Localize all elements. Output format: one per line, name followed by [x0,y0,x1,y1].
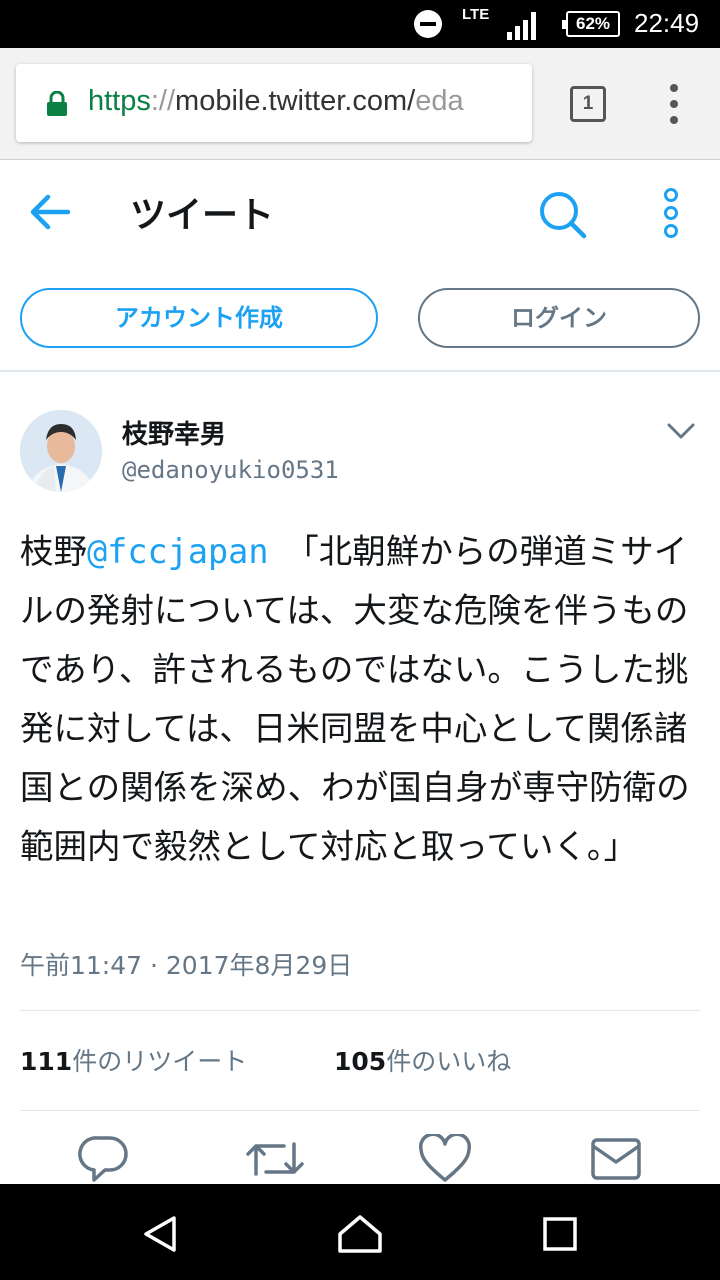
url-scheme: https [88,85,151,117]
retweet-count: 111 [20,1047,73,1076]
signup-button[interactable]: アカウント作成 [20,288,378,348]
mention-link[interactable]: @fccjapan [87,532,269,571]
tweet-text-body: 「北朝鮮からの弾道ミサイルの発射については、大変な危険を伴うものであり、許される… [20,532,690,866]
nav-back-icon[interactable] [140,1214,180,1254]
battery-icon: 62% [562,11,620,37]
url-text: https://mobile.twitter.com/eda [88,85,464,118]
author-handle[interactable]: @edanoyukio0531 [122,456,339,484]
divider [0,370,720,372]
like-stat[interactable]: 105件のいいね [334,1042,511,1078]
tweet-text: 枝野@fccjapan 「北朝鮮からの弾道ミサイルの発射については、大変な危険を… [20,522,706,876]
tabs-icon[interactable]: 1 [570,86,606,122]
like-label: 件のいいね [386,1047,512,1076]
network-type: LTE [462,6,490,23]
overflow-menu-icon[interactable] [662,84,686,124]
nav-recents-icon[interactable] [542,1216,578,1252]
search-icon[interactable] [538,190,588,240]
login-button[interactable]: ログイン [418,288,700,348]
tweet-timestamp[interactable]: 午前11:47 · 2017年8月29日 [20,946,352,982]
url-separator: :// [150,85,176,117]
status-time: 22:49 [634,8,700,38]
url-host: mobile.twitter.com/ [175,85,416,117]
page-title: ツイート [130,195,275,236]
lock-icon [47,91,67,116]
retweet-stat[interactable]: 111件のリツイート [20,1047,247,1076]
twitter-header: ツイート [0,160,720,260]
like-icon[interactable] [418,1134,472,1184]
retweet-label: 件のリツイート [72,1047,248,1076]
divider [20,1110,700,1111]
system-nav-bar [0,1184,720,1280]
back-arrow-icon[interactable] [28,192,72,232]
nav-home-icon[interactable] [336,1214,384,1254]
tweet-stats: 111件のリツイート 105件のいいね [20,1042,511,1078]
chevron-down-icon[interactable] [666,422,696,440]
signal-icon [507,12,536,40]
reply-icon[interactable] [78,1134,130,1184]
like-count: 105 [334,1047,387,1076]
author-name[interactable]: 枝野幸男 [122,414,226,451]
dnd-icon [414,10,442,38]
kebab-menu-icon[interactable] [656,188,686,238]
retweet-icon[interactable] [244,1134,306,1184]
status-bar: LTE 62% 22:49 [0,0,720,48]
url-path: eda [415,85,464,117]
tweet-text-prefix: 枝野 [20,532,87,571]
address-bar[interactable]: https://mobile.twitter.com/eda [16,64,532,142]
message-icon[interactable] [590,1134,642,1182]
browser-toolbar: https://mobile.twitter.com/eda 1 [0,48,720,160]
divider [20,1010,700,1011]
avatar[interactable] [20,410,102,492]
